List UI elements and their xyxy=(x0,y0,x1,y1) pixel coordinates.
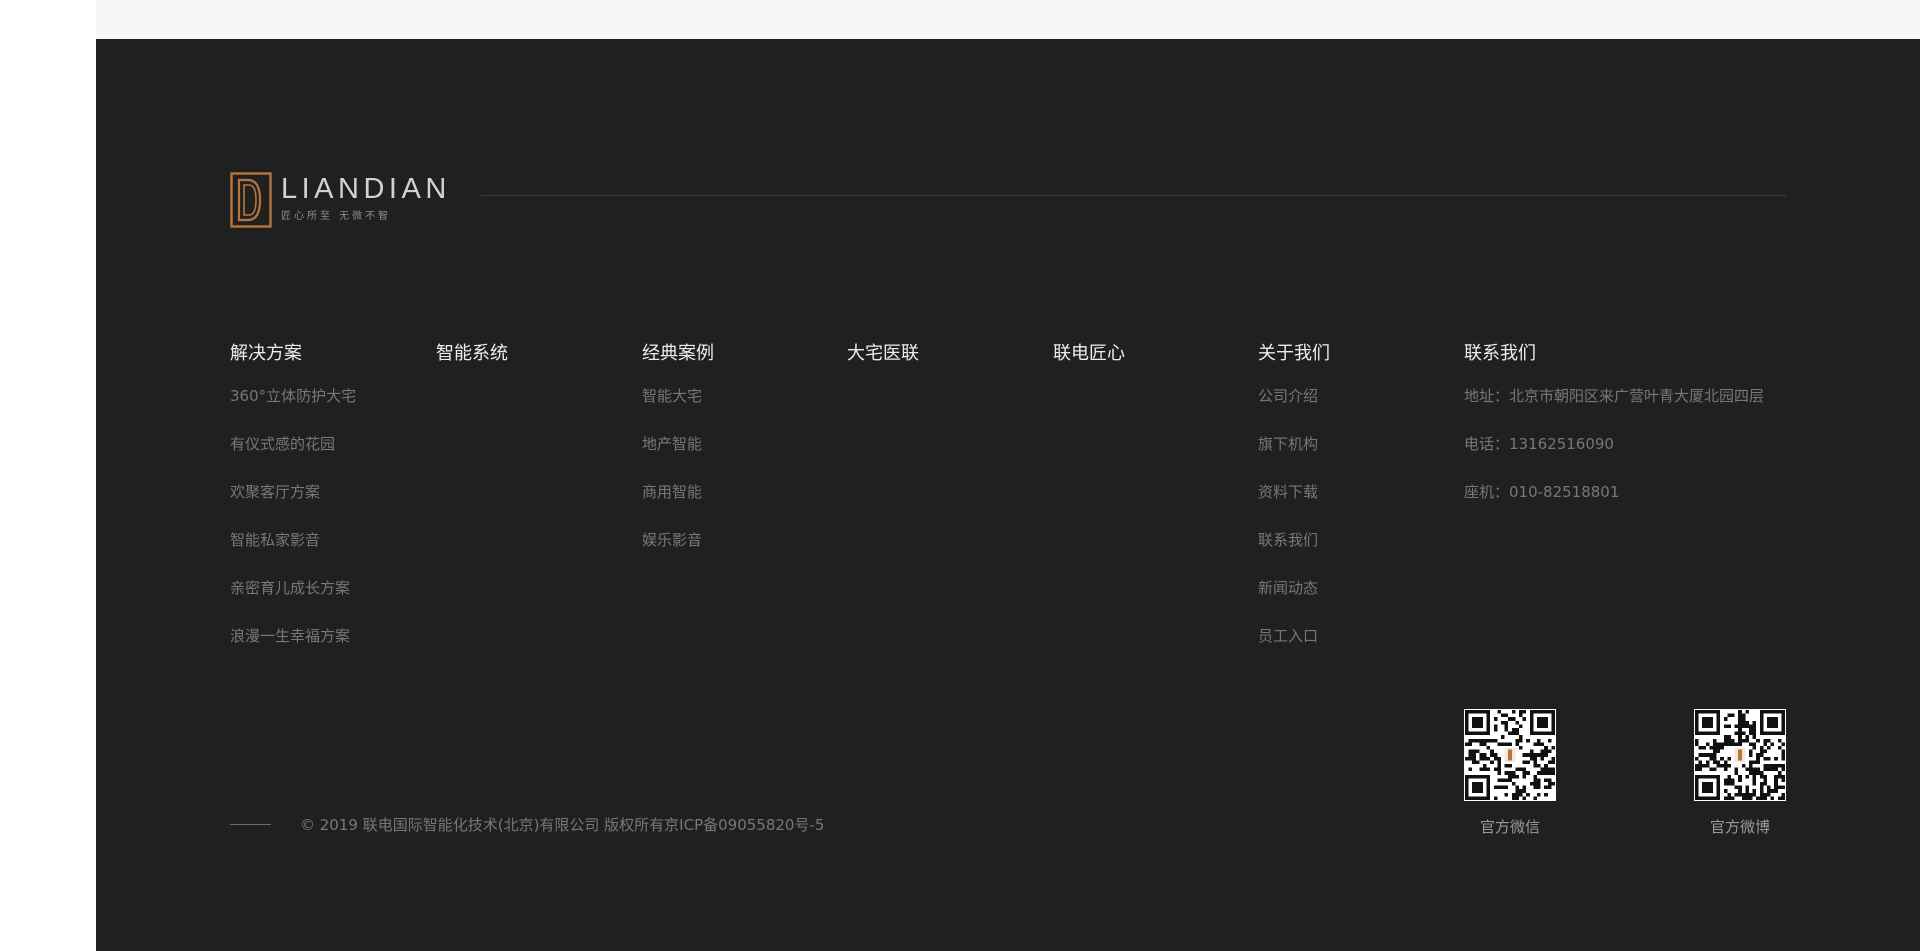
footer-link[interactable]: 联系我们 xyxy=(1258,530,1330,550)
column-list: 360°立体防护大宅 有仪式感的花园 欢聚客厅方案 智能私家影音 亲密育儿成长方… xyxy=(230,386,356,646)
page-top-band xyxy=(96,0,1920,39)
column-list: 公司介绍 旗下机构 资料下载 联系我们 新闻动态 员工入口 xyxy=(1258,386,1330,646)
footer-column-contact: 联系我们 地址：北京市朝阳区来广营叶青大厦北园四层 电话：13162516090… xyxy=(1464,342,1764,530)
footer-link[interactable]: 智能大宅 xyxy=(642,386,714,406)
footer-link[interactable]: 娱乐影音 xyxy=(642,530,714,550)
column-list: 智能大宅 地产智能 商用智能 娱乐影音 xyxy=(642,386,714,550)
logo-tagline: 匠心所至 无微不智 xyxy=(281,211,392,222)
qr-label: 官方微博 xyxy=(1709,818,1770,836)
footer-link[interactable]: 新闻动态 xyxy=(1258,578,1330,598)
footer-column-solutions: 解决方案 360°立体防护大宅 有仪式感的花园 欢聚客厅方案 智能私家影音 亲密… xyxy=(230,342,356,674)
footer-link[interactable]: 员工入口 xyxy=(1258,626,1330,646)
qr-label: 官方微信 xyxy=(1479,818,1540,836)
footer-column-craftsmanship: 联电匠心 xyxy=(1053,342,1125,366)
logo-wordmark: LIANDIAN xyxy=(281,173,451,205)
copyright-dash xyxy=(230,824,271,825)
contact-address: 地址：北京市朝阳区来广营叶青大厦北园四层 xyxy=(1464,387,1765,405)
footer-link[interactable]: 资料下载 xyxy=(1258,482,1330,502)
column-title[interactable]: 关于我们 xyxy=(1258,342,1330,366)
site-footer: LIANDIAN 匠心所至 无微不智 解决方案 360°立体防护大宅 有仪式感的… xyxy=(96,39,1920,951)
column-title[interactable]: 联电匠心 xyxy=(1053,342,1125,366)
footer-link[interactable]: 亲密育儿成长方案 xyxy=(230,578,356,598)
header-divider xyxy=(481,195,1786,196)
column-list: 地址：北京市朝阳区来广营叶青大厦北园四层 电话：13162516090 座机：0… xyxy=(1464,386,1764,502)
qr-wechat: 官方微信 xyxy=(1464,709,1556,837)
column-title[interactable]: 经典案例 xyxy=(642,342,714,366)
logo-text-group: LIANDIAN 匠心所至 无微不智 xyxy=(281,172,451,223)
footer-link[interactable]: 旗下机构 xyxy=(1258,434,1330,454)
column-title[interactable]: 大宅医联 xyxy=(847,342,919,366)
footer-column-cases: 经典案例 智能大宅 地产智能 商用智能 娱乐影音 xyxy=(642,342,714,578)
liandian-logo-icon xyxy=(230,172,272,228)
column-title[interactable]: 联系我们 xyxy=(1464,342,1764,366)
footer-link[interactable]: 智能私家影音 xyxy=(230,530,356,550)
column-title[interactable]: 解决方案 xyxy=(230,342,356,366)
qr-code-icon xyxy=(1694,709,1786,801)
qr-code-icon xyxy=(1464,709,1556,801)
brand-logo[interactable]: LIANDIAN 匠心所至 无微不智 xyxy=(230,172,451,232)
footer-link[interactable]: 公司介绍 xyxy=(1258,386,1330,406)
qr-weibo: 官方微博 xyxy=(1694,709,1786,837)
footer-link[interactable]: 欢聚客厅方案 xyxy=(230,482,356,502)
contact-landline: 座机：010-82518801 xyxy=(1464,483,1620,501)
contact-phone: 电话：13162516090 xyxy=(1464,435,1614,453)
footer-link[interactable]: 有仪式感的花园 xyxy=(230,434,356,454)
column-title[interactable]: 智能系统 xyxy=(436,342,508,366)
footer-link[interactable]: 地产智能 xyxy=(642,434,714,454)
footer-link[interactable]: 商用智能 xyxy=(642,482,714,502)
footer-column-about: 关于我们 公司介绍 旗下机构 资料下载 联系我们 新闻动态 员工入口 xyxy=(1258,342,1330,674)
copyright-text: © 2019 联电国际智能化技术(北京)有限公司 版权所有京ICP备090558… xyxy=(300,816,825,834)
footer-link[interactable]: 浪漫一生幸福方案 xyxy=(230,626,356,646)
footer-link[interactable]: 360°立体防护大宅 xyxy=(230,386,356,406)
footer-column-smart-systems: 智能系统 xyxy=(436,342,508,366)
footer-column-medical: 大宅医联 xyxy=(847,342,919,366)
